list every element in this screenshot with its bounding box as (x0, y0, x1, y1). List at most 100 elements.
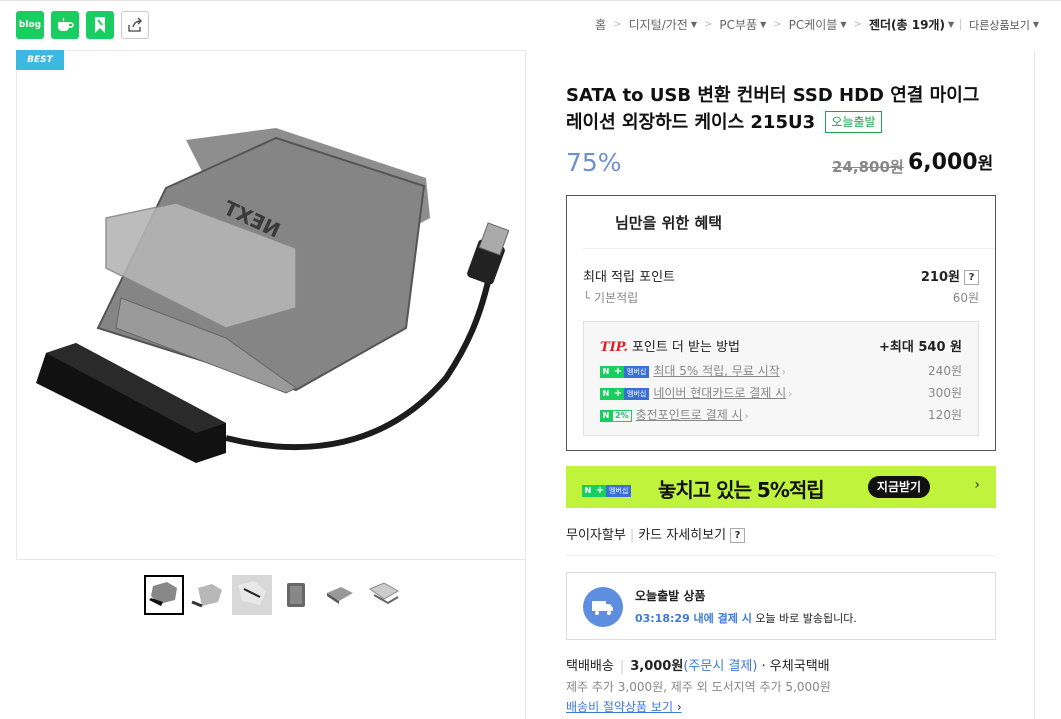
thumbnail[interactable] (188, 575, 228, 615)
membership-badge: 멤버십 (606, 484, 632, 497)
basic-point-label: └ 기본적립 (583, 291, 639, 305)
benefit-box: 님만을 위한 혜택 최대 적립 포인트 210원? └ 기본적립 60원 TIP… (566, 195, 996, 451)
discount-rate: 75% (566, 148, 622, 177)
top-border (0, 0, 1061, 1)
max-point-row: 최대 적립 포인트 210원? (583, 266, 979, 285)
breadcrumb-cat1[interactable]: 디지털/가전 (629, 16, 688, 33)
thumbnail[interactable] (320, 575, 360, 615)
tip-item-label[interactable]: 충전포인트로 결제 시 (636, 408, 743, 422)
ship-desc: 03:18:29 내에 결제 시 오늘 바로 발송됩니다. (635, 610, 857, 626)
tip-item-label[interactable]: 최대 5% 적립, 무료 시작 (653, 364, 779, 378)
banner-text: 놓치고 있는 5%적립 (658, 478, 825, 502)
delivery-note: (주문시 결제) (683, 659, 758, 674)
dropdown-icon[interactable]: ▼ (948, 20, 954, 29)
today-ship-box: 오늘출발 상품 03:18:29 내에 결제 시 오늘 바로 발송됩니다. (566, 572, 996, 640)
chevron-right-icon: › (781, 367, 786, 378)
basic-point-row: └ 기본적립 60원 (583, 289, 979, 306)
tip-item-value: 240원 (928, 364, 962, 378)
divider (960, 19, 962, 30)
chevron-right-icon: > (853, 19, 862, 30)
card-detail-link[interactable]: 카드 자세히보기 (638, 528, 726, 543)
cafe-share-button[interactable] (51, 11, 79, 39)
coffee-cup-icon (58, 17, 74, 31)
delivery-label: 택배배송 (566, 659, 614, 674)
max-point-value: 210원 (920, 270, 960, 285)
dropdown-icon[interactable]: ▼ (691, 20, 697, 29)
help-icon[interactable]: ? (964, 270, 979, 285)
basic-point-value: 60원 (952, 291, 979, 305)
best-badge: BEST (16, 50, 64, 70)
ship-time: 03:18:29 내에 결제 시 (635, 612, 752, 625)
keep-icon (95, 17, 105, 33)
membership-banner[interactable]: N + 멤버십 놓치고 있는 5%적립 지금받기 › (566, 466, 996, 508)
breadcrumb-cat3[interactable]: PC케이블 (789, 16, 838, 33)
thumbnail[interactable] (364, 575, 404, 615)
plus-icon: + (612, 387, 624, 400)
benefit-header: 님만을 위한 혜택 (615, 214, 723, 232)
today-ship-badge: 오늘출발 (825, 111, 882, 133)
tip-item[interactable]: N + 멤버십 최대 5% 적립, 무료 시작 › 240원 (600, 362, 962, 379)
breadcrumb-home[interactable]: 홈 (595, 16, 606, 33)
thumbnail[interactable] (232, 575, 272, 615)
delivery-extra: 제주 추가 3,000원, 제주 외 도서지역 추가 5,000원 (566, 680, 831, 694)
thumbnail-strip (144, 575, 404, 615)
sale-price-value: 6,000 (908, 150, 978, 175)
naver-icon: N (600, 387, 612, 400)
tip-item-value: 120원 (928, 408, 962, 422)
saving-products-link[interactable]: 배송비 절약상품 보기 › (566, 698, 682, 715)
keep-share-button[interactable] (86, 11, 114, 39)
sale-price: 6,000원 (908, 149, 993, 175)
breadcrumb: 홈 > 디지털/가전 ▼ > PC부품 ▼ > PC케이블 ▼ > 젠더(총 19개)… (595, 16, 1039, 33)
product-title-text: SATA to USB 변환 컨버터 SSD HDD 연결 마이그레이션 외장하… (566, 85, 980, 133)
breadcrumb-cat2[interactable]: PC부품 (719, 16, 757, 33)
original-price: 24,800원 (832, 158, 904, 176)
blog-share-button[interactable]: blog (16, 11, 44, 39)
share-row: blog (16, 11, 149, 39)
saving-link-text[interactable]: 배송비 절약상품 보기 (566, 700, 673, 714)
installment-link[interactable]: 무이자할부 (566, 528, 626, 543)
share-button[interactable] (121, 11, 149, 39)
tip-box: TIP. 포인트 더 받는 방법 +최대 540 원 N + 멤버십 최대 5% 적립,… (583, 321, 979, 436)
divider (566, 555, 996, 556)
chevron-right-icon: › (744, 411, 749, 422)
truck-icon (583, 587, 623, 627)
tip-item[interactable]: N 2% 충전포인트로 결제 시 › 120원 (600, 406, 962, 423)
dropdown-icon[interactable]: ▼ (760, 20, 766, 29)
plus-icon: + (612, 365, 624, 378)
tip-item[interactable]: N + 멤버십 네이버 현대카드로 결제 시 › 300원 (600, 384, 962, 401)
membership-badge: 멤버십 (624, 387, 650, 400)
thumbnail[interactable] (144, 575, 184, 615)
chevron-right-icon: > (704, 19, 713, 30)
thumbnail[interactable] (276, 575, 316, 615)
tip-text: 포인트 더 받는 방법 (631, 340, 740, 355)
tip-item-value: 300원 (928, 386, 962, 400)
tip-item-label[interactable]: 네이버 현대카드로 결제 시 (653, 386, 786, 400)
dropdown-icon[interactable]: ▼ (840, 20, 846, 29)
divider (525, 50, 526, 719)
tip-max: +최대 540 원 (879, 340, 962, 355)
main-product-image[interactable]: NEXT (26, 128, 516, 472)
divider (583, 248, 995, 249)
tip-label: TIP. (600, 340, 628, 355)
naver-icon: N (582, 484, 594, 497)
delivery-info: 택배배송 | 3,000원(주문시 결제) · 우체국택배 (566, 659, 830, 674)
chevron-right-icon: > (613, 19, 622, 30)
chevron-right-icon: › (788, 389, 793, 400)
naver-icon: N (600, 409, 612, 422)
membership-logo: N + 멤버십 (582, 480, 635, 499)
breadcrumb-current[interactable]: 젠더(총 19개) (869, 16, 945, 33)
other-products-link[interactable]: 다른상품보기 (969, 17, 1030, 33)
chevron-right-icon: › (676, 700, 682, 714)
get-now-button[interactable]: 지금받기 (868, 476, 930, 498)
product-title: SATA to USB 변환 컨버터 SSD HDD 연결 마이그레이션 외장하… (566, 82, 986, 136)
payment-links: 무이자할부 | 카드 자세히보기? (566, 524, 746, 543)
price-unit: 원 (977, 154, 994, 174)
ship-title: 오늘출발 상품 (635, 589, 706, 603)
naver-icon: N (600, 365, 612, 378)
divider (16, 559, 526, 560)
dropdown-icon[interactable]: ▼ (1033, 20, 1039, 29)
help-icon[interactable]: ? (730, 528, 746, 543)
tip-header: TIP. 포인트 더 받는 방법 (600, 336, 740, 355)
delivery-carrier: · 우체국택배 (761, 659, 830, 674)
delivery-fee: 3,000원 (630, 659, 684, 674)
